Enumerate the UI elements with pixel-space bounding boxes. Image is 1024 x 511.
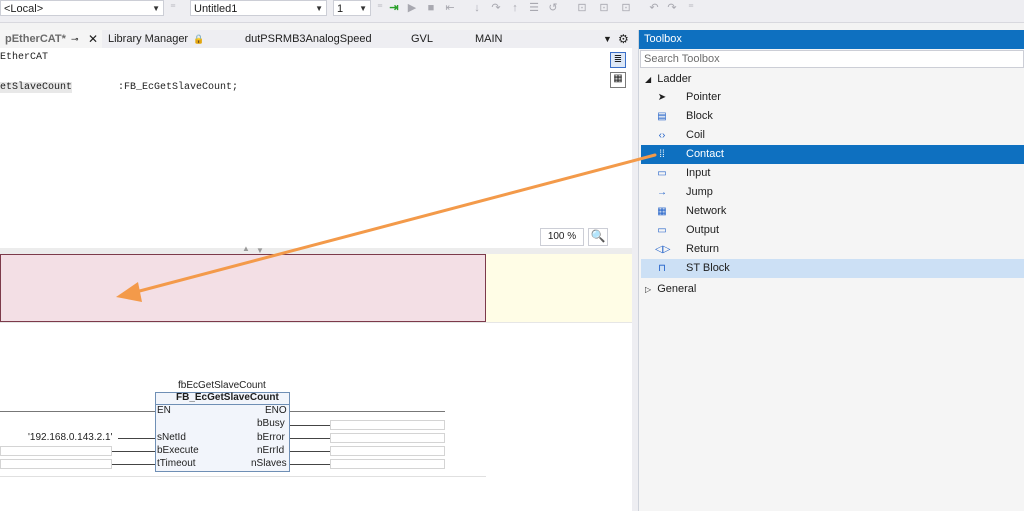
drag-arrow-annotation xyxy=(116,153,657,302)
drag-arrow-line xyxy=(130,153,657,295)
drag-arrow-head xyxy=(116,282,142,302)
